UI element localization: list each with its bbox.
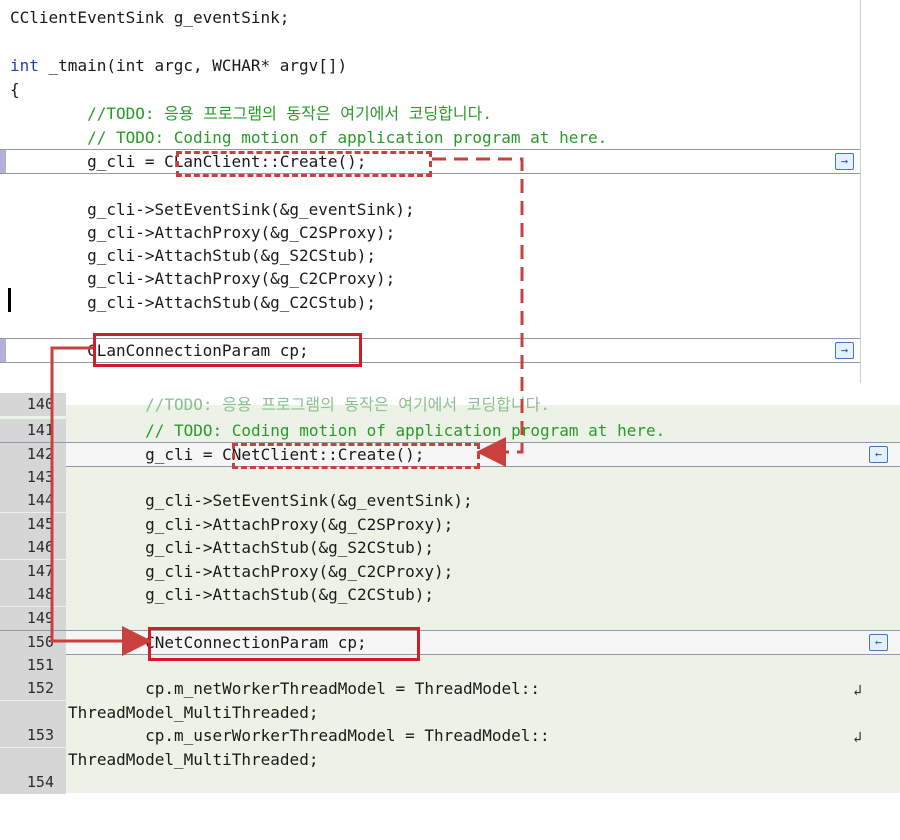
- diff-marker: [0, 150, 6, 173]
- nav-left-icon[interactable]: ←: [869, 634, 888, 651]
- nav-right-icon[interactable]: →: [835, 342, 854, 359]
- code-line-wrapped: ThreadModel_MultiThreaded;: [0, 701, 900, 724]
- code-line: 146 g_cli->AttachStub(&g_S2CStub);: [0, 536, 900, 559]
- code-line: 144 g_cli->SetEventSink(&g_eventSink);: [0, 489, 900, 512]
- diff-marker: [0, 339, 6, 362]
- code-line: 147 g_cli->AttachProxy(&g_C2CProxy);: [0, 560, 900, 583]
- code-line: 140 //TODO: 응용 프로그램의 동작은 여기에서 코딩합니다.: [0, 393, 900, 416]
- nav-right-icon[interactable]: →: [835, 153, 854, 170]
- code-line: g_cli->AttachStub(&g_S2CStub);: [10, 246, 377, 265]
- original-code-pane[interactable]: CClientEventSink g_eventSink; int _tmain…: [0, 0, 861, 383]
- code-line: 151: [0, 654, 900, 677]
- code-line: 145 g_cli->AttachProxy(&g_C2SProxy);: [0, 513, 900, 536]
- code-line: g_cli->AttachProxy(&g_C2CProxy);: [10, 269, 396, 288]
- code-line: 152 cp.m_netWorkerThreadModel = ThreadMo…: [0, 677, 900, 700]
- highlight-netconnectionparam: [148, 627, 420, 661]
- code-line: 148 g_cli->AttachStub(&g_C2CStub);: [0, 583, 900, 606]
- comment-line: // TODO: Coding motion of application pr…: [10, 128, 608, 147]
- code-line: int _tmain(int argc, WCHAR* argv[]): [10, 56, 348, 75]
- code-line: {: [10, 80, 20, 99]
- code-line-wrapped: ThreadModel_MultiThreaded;: [0, 748, 900, 771]
- comment-line: 141 // TODO: Coding motion of applicatio…: [0, 419, 900, 442]
- code-line: 143: [0, 466, 900, 489]
- code-line: CClientEventSink g_eventSink;: [10, 8, 290, 27]
- code-line: g_cli->AttachProxy(&g_C2SProxy);: [10, 223, 396, 242]
- comment-line: //TODO: 응용 프로그램의 동작은 여기에서 코딩합니다.: [10, 104, 492, 123]
- text-caret: [8, 288, 11, 312]
- code-line: g_cli->SetEventSink(&g_eventSink);: [10, 200, 415, 219]
- dashed-highlight-lanclient: [176, 151, 432, 177]
- code-line: 149: [0, 607, 900, 630]
- dashed-highlight-netclient: [232, 443, 480, 469]
- changed-line-param[interactable]: 150 CNetConnectionParam cp; ←: [0, 630, 900, 655]
- keyword: int: [10, 56, 39, 75]
- code-line: g_cli->AttachStub(&g_C2CStub);: [10, 293, 377, 312]
- word-wrap-icon: ↲: [852, 681, 862, 699]
- nav-left-icon[interactable]: ←: [869, 446, 888, 463]
- highlight-lanconnectionparam: [93, 333, 362, 367]
- code-line: 153 cp.m_userWorkerThreadModel = ThreadM…: [0, 724, 900, 747]
- word-wrap-icon: ↲: [852, 728, 862, 746]
- code-line: 154: [0, 771, 900, 794]
